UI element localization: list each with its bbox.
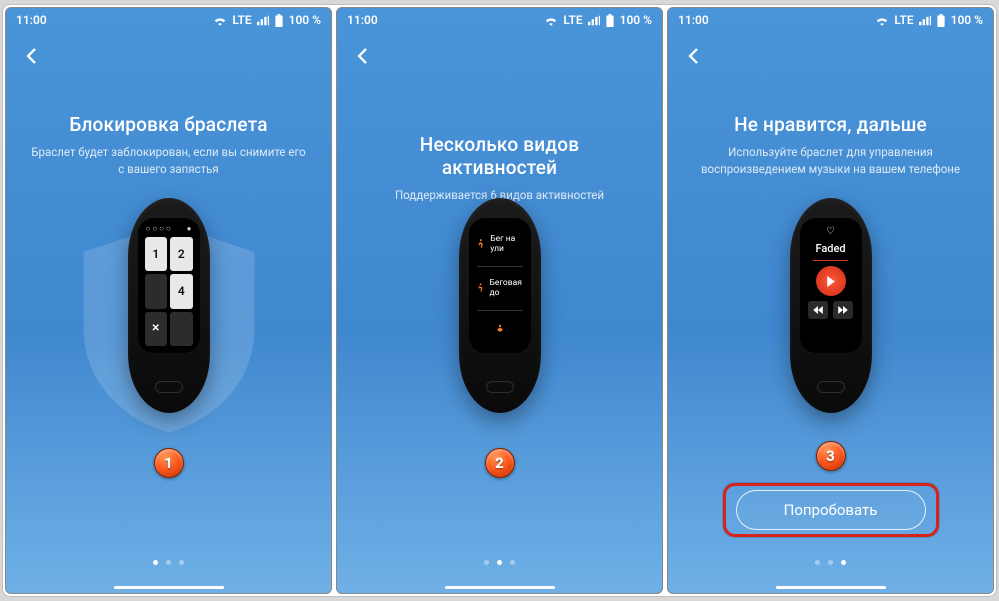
page-dots	[6, 560, 331, 565]
band-device: ○ ○ ○ ○● 1 2 4 ✕	[128, 198, 210, 413]
signal-icon	[588, 15, 600, 26]
keypad-4: 4	[170, 274, 193, 308]
status-time: 11:00	[347, 13, 378, 27]
keypad-blank-2	[170, 312, 193, 346]
heart-icon: ♡	[826, 226, 835, 237]
band-device: Бег на ули Беговая до	[459, 198, 541, 413]
page-subtitle: Браслет будет заблокирован, если вы сним…	[30, 144, 307, 177]
wifi-icon	[544, 15, 558, 26]
nav-home-indicator	[114, 586, 224, 589]
activity-row: Бег на ули	[475, 234, 525, 254]
status-bar: 11:00 LTE 100 %	[6, 8, 331, 32]
back-button[interactable]	[682, 44, 706, 68]
dot-3	[179, 560, 184, 565]
activity-row: Беговая до	[475, 278, 525, 298]
page-dots	[337, 560, 662, 565]
dot-1	[153, 560, 158, 565]
battery-icon	[274, 14, 284, 27]
status-net: LTE	[232, 13, 251, 27]
step-badge-1: 1	[154, 448, 184, 478]
signal-icon	[919, 15, 931, 26]
next-track-icon	[833, 301, 853, 319]
status-battery: 100 %	[951, 13, 983, 27]
wifi-icon	[875, 15, 889, 26]
status-time: 11:00	[678, 13, 709, 27]
band-device: ♡ Faded	[790, 198, 872, 413]
dot-1	[484, 560, 489, 565]
page-subtitle: Используйте браслет для управления воспр…	[692, 144, 969, 177]
band-screen-lock: ○ ○ ○ ○● 1 2 4 ✕	[138, 218, 200, 353]
activity-label: Беговая до	[490, 278, 525, 298]
activity-row-more	[475, 323, 525, 337]
band-home-indicator	[486, 381, 514, 393]
try-button[interactable]: Попробовать	[736, 490, 926, 530]
status-bar: 11:00 LTE 100 %	[668, 8, 993, 32]
band-home-indicator	[817, 381, 845, 393]
back-button[interactable]	[351, 44, 375, 68]
status-time: 11:00	[16, 13, 47, 27]
signal-icon	[257, 15, 269, 26]
page-title: Несколько видов активностей	[361, 133, 638, 179]
keypad-2: 2	[170, 237, 193, 271]
cta-highlight: Попробовать	[723, 483, 939, 537]
dot-1	[815, 560, 820, 565]
wifi-icon	[213, 15, 227, 26]
page-title: Не нравится, дальше	[692, 113, 969, 136]
onboarding-screen-3: 11:00 LTE 100 % Не нравится, дальше Испо…	[667, 7, 994, 594]
onboarding-screen-1: 11:00 LTE 100 % Блокировка браслета	[5, 7, 332, 594]
prev-track-icon	[808, 301, 828, 319]
page-dots	[668, 560, 993, 565]
nav-home-indicator	[445, 586, 555, 589]
dot-2	[497, 560, 502, 565]
step-badge-3: 3	[816, 441, 846, 471]
music-track-label: Faded	[815, 242, 845, 255]
nav-home-indicator	[776, 586, 886, 589]
band-screen-activities: Бег на ули Беговая до	[469, 218, 531, 353]
back-button[interactable]	[20, 44, 44, 68]
status-net: LTE	[894, 13, 913, 27]
step-badge-2: 2	[485, 448, 515, 478]
battery-icon	[936, 14, 946, 27]
band-screen-music: ♡ Faded	[800, 218, 862, 353]
keypad-del: ✕	[145, 312, 168, 346]
onboarding-screen-2: 11:00 LTE 100 % Несколько видов активнос…	[336, 7, 663, 594]
band-home-indicator	[155, 381, 183, 393]
page-title: Блокировка браслета	[30, 113, 307, 136]
dot-3	[841, 560, 846, 565]
status-battery: 100 %	[289, 13, 321, 27]
keypad-1: 1	[145, 237, 168, 271]
activity-label: Бег на ули	[490, 234, 524, 254]
status-battery: 100 %	[620, 13, 652, 27]
triptych: 11:00 LTE 100 % Блокировка браслета	[2, 4, 997, 597]
keypad-blank	[145, 274, 168, 308]
dot-2	[828, 560, 833, 565]
dot-2	[166, 560, 171, 565]
status-net: LTE	[563, 13, 582, 27]
battery-icon	[605, 14, 615, 27]
play-icon	[816, 266, 846, 296]
status-bar: 11:00 LTE 100 %	[337, 8, 662, 32]
dot-3	[510, 560, 515, 565]
